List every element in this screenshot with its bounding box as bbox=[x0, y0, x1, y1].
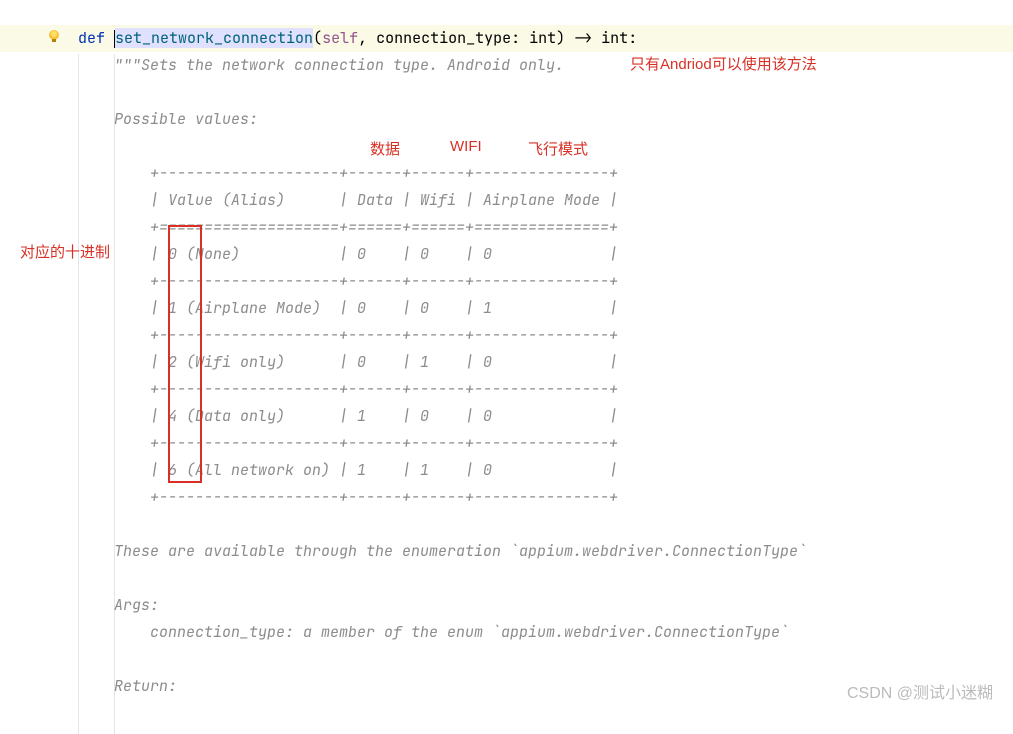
keyword-def: def bbox=[78, 28, 105, 48]
annotation-col-airplane: 飞行模式 bbox=[528, 138, 588, 159]
annotation-android-only: 只有Andriod可以使用该方法 bbox=[630, 53, 817, 74]
function-name: set_network_connection bbox=[115, 28, 313, 48]
lightbulb-icon[interactable] bbox=[46, 28, 62, 49]
table-border-top[interactable]: +--------------------+------+------+----… bbox=[114, 160, 618, 187]
docstring-summary[interactable]: """Sets the network connection type. And… bbox=[114, 52, 564, 79]
table-border-bottom[interactable]: +--------------------+------+------+----… bbox=[114, 484, 618, 511]
indent-guide bbox=[78, 54, 79, 734]
param-connection-type: connection_type bbox=[376, 28, 511, 48]
annotation-col-data: 数据 bbox=[370, 138, 400, 159]
docstring-return-header[interactable]: Return: bbox=[114, 673, 177, 700]
watermark: CSDN @测试小迷糊 bbox=[847, 679, 993, 703]
docstring-enum-note[interactable]: These are available through the enumerat… bbox=[114, 538, 807, 565]
docstring-args-detail[interactable]: connection_type: a member of the enum `a… bbox=[114, 619, 789, 646]
function-signature[interactable]: def set_network_connection(self, connect… bbox=[78, 25, 637, 52]
annotation-col-wifi: WIFI bbox=[450, 138, 482, 155]
docstring-args-header[interactable]: Args: bbox=[114, 592, 159, 619]
annotation-decimal: 对应的十进制 bbox=[20, 241, 110, 262]
table-header[interactable]: | Value (Alias) | Data | Wifi | Airplane… bbox=[114, 187, 618, 214]
param-self: self bbox=[322, 28, 358, 48]
docstring-possible-values[interactable]: Possible values: bbox=[114, 106, 258, 133]
annotation-highlight-box bbox=[168, 225, 202, 483]
